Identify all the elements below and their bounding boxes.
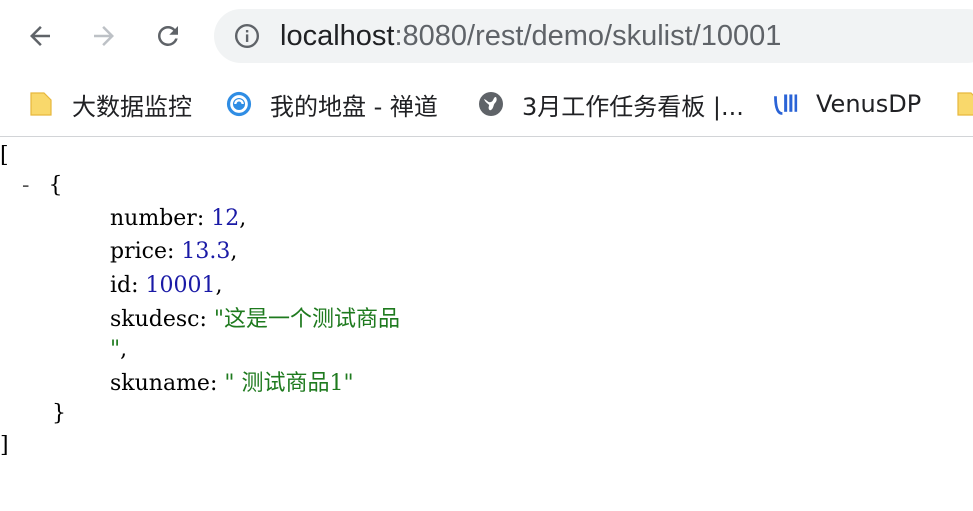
json-field-skuname: skuname: " 测试商品1" [110, 371, 354, 396]
bookmark-march-task-board[interactable]: 3月工作任务看板 |... [478, 86, 744, 122]
json-string-value: "这是一个测试商品 [213, 307, 401, 332]
bookmark-label: 大数据监控 [72, 92, 192, 121]
json-number-value: 12 [211, 206, 240, 231]
json-object-line: - { [22, 171, 62, 201]
json-close-brace: } [52, 401, 66, 426]
json-key: number [110, 206, 197, 231]
json-viewer: [ - { number: 12, price: 13.3, id: 10001… [0, 137, 973, 511]
venusdp-icon [772, 91, 798, 117]
bookmark-label: 3月工作任务看板 |... [522, 92, 744, 121]
json-string-value: " 测试商品1" [224, 371, 354, 396]
back-button[interactable] [20, 16, 60, 56]
json-field-skudesc-continuation: ", [110, 337, 128, 362]
address-bar[interactable]: localhost:8080/rest/demo/skulist/10001 [214, 9, 973, 63]
json-field-skudesc: skudesc: "这是一个测试商品 [110, 307, 401, 332]
json-key: skuname [110, 371, 210, 396]
json-string-value-end: " [110, 337, 121, 362]
reload-icon [158, 26, 178, 46]
folder-icon [955, 91, 973, 117]
folder-icon [28, 91, 54, 117]
url-host: localhost [280, 20, 395, 52]
bookmark-label: VenusDP [816, 90, 922, 118]
browser-toolbar: localhost:8080/rest/demo/skulist/10001 [0, 0, 973, 72]
arrow-left-icon [30, 26, 50, 46]
bookmark-big-data-monitor[interactable]: 大数据监控 [28, 86, 192, 122]
collapse-toggle[interactable]: - [22, 173, 29, 198]
json-key: id [110, 273, 132, 298]
json-number-value: 10001 [145, 273, 216, 298]
json-field-number: number: 12, [110, 206, 247, 231]
json-open-bracket: [ [0, 143, 9, 168]
json-close-bracket: ] [0, 433, 9, 458]
bookmark-folder-overflow[interactable] [955, 86, 973, 122]
json-open-brace: { [48, 173, 63, 198]
json-key: skudesc [110, 307, 200, 332]
json-key: price [110, 239, 167, 264]
bookmark-label: 我的地盘 - 禅道 [270, 92, 438, 121]
url-path: :8080/rest/demo/skulist/10001 [394, 20, 782, 52]
globe-icon [478, 91, 504, 117]
zentao-icon [226, 91, 252, 117]
forward-button[interactable] [84, 16, 124, 56]
bookmarks-bar: 大数据监控 我的地盘 - 禅道 3月工作任务看板 |... VenusDP [0, 72, 973, 137]
url-text[interactable]: localhost:8080/rest/demo/skulist/10001 [280, 17, 781, 55]
bookmark-zentao[interactable]: 我的地盘 - 禅道 [226, 86, 438, 122]
json-number-value: 13.3 [181, 239, 231, 264]
reload-button[interactable] [148, 16, 188, 56]
arrow-right-icon [94, 26, 114, 46]
info-icon[interactable] [234, 23, 260, 49]
bookmark-venusdp[interactable]: VenusDP [772, 86, 921, 122]
json-field-id: id: 10001, [110, 273, 223, 298]
json-field-price: price: 13.3, [110, 239, 238, 264]
